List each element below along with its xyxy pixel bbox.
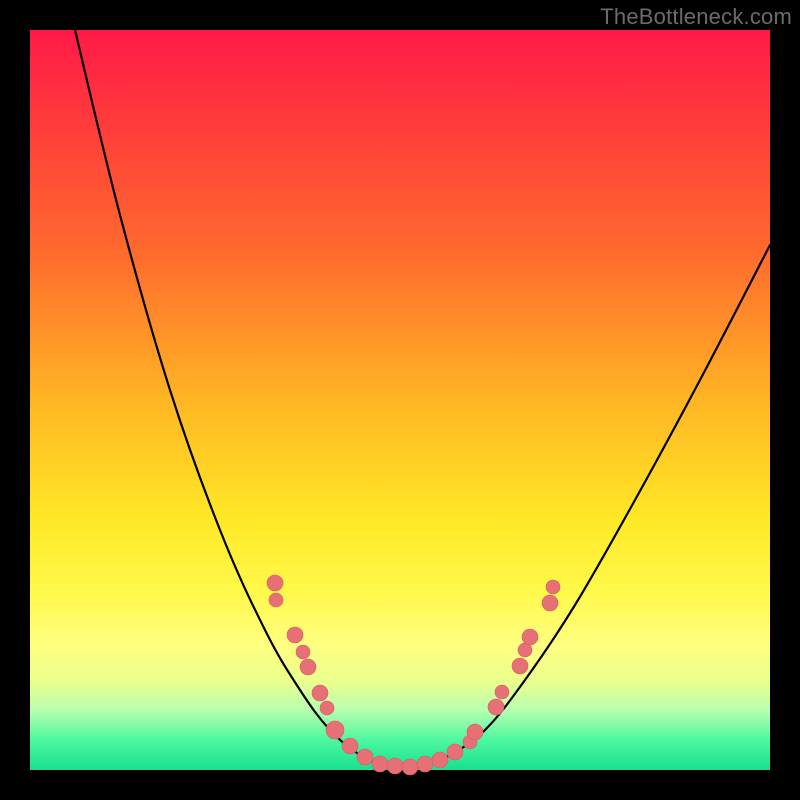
data-marker: [488, 699, 504, 715]
chart-frame: TheBottleneck.com: [0, 0, 800, 800]
data-marker: [267, 575, 283, 591]
bottleneck-curve-svg: [30, 30, 770, 770]
data-marker: [432, 752, 448, 768]
data-marker: [296, 645, 310, 659]
data-marker: [372, 756, 388, 772]
bottleneck-curve: [75, 30, 770, 769]
data-marker: [495, 685, 509, 699]
data-marker: [447, 744, 463, 760]
data-marker: [546, 580, 560, 594]
data-marker: [512, 658, 528, 674]
data-marker: [357, 749, 373, 765]
plot-area: [30, 30, 770, 770]
data-marker: [417, 756, 433, 772]
watermark-text: TheBottleneck.com: [600, 4, 792, 30]
data-marker: [312, 685, 328, 701]
data-marker: [320, 701, 334, 715]
data-marker: [387, 758, 403, 774]
data-marker: [402, 759, 418, 775]
data-marker: [300, 659, 316, 675]
data-marker: [326, 721, 344, 739]
data-marker: [522, 629, 538, 645]
data-marker: [467, 724, 483, 740]
data-marker: [287, 627, 303, 643]
data-marker: [269, 593, 283, 607]
data-marker: [542, 595, 558, 611]
data-marker: [342, 738, 358, 754]
marker-group: [267, 575, 560, 775]
